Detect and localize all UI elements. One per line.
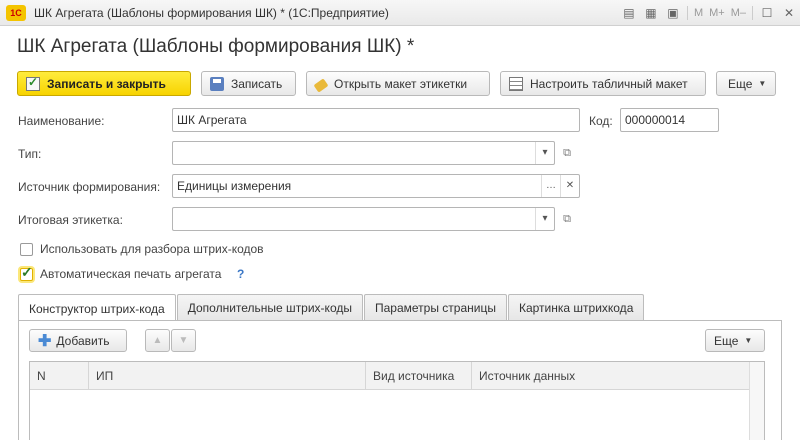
save-close-icon [26,75,40,91]
final-label-dropdown-icon[interactable]: ▾ [535,208,554,230]
column-header-source-type[interactable]: Вид источника [365,362,471,390]
configure-table-layout-label: Настроить табличный макет [530,76,688,91]
code-field[interactable]: 000000014 [620,108,719,132]
window-title: ШК Агрегата (Шаблоны формирования ШК) * … [34,5,389,20]
open-label-layout-button[interactable]: Открыть макет этикетки [306,71,490,96]
print-icon[interactable]: ▤ [618,0,640,26]
chevron-down-icon: ▼ [758,79,767,88]
tab-barcode-constructor[interactable]: Конструктор штрих-кода [18,294,176,322]
final-label-open-icon[interactable]: ⧉ [558,210,576,228]
titlebar-controls: ▤ ▦ ▣ M M+ M– ☐ ✕ [618,0,800,26]
final-label-label: Итоговая этикетка: [18,213,123,227]
more-button[interactable]: Еще ▼ [716,71,776,96]
move-up-button[interactable]: ▲ [145,329,170,352]
open-label-layout-label: Открыть макет этикетки [334,76,468,91]
add-label: Добавить [56,333,110,348]
final-label-field[interactable]: ▾ [172,207,555,231]
save-button[interactable]: Записать [201,71,296,96]
panel-more-button[interactable]: Еще ▼ [705,329,765,352]
save-and-close-button[interactable]: Записать и закрыть [17,71,191,96]
move-down-button[interactable]: ▼ [171,329,196,352]
source-field[interactable]: Единицы измерения … ✕ [172,174,580,198]
chevron-down-icon: ▼ [744,336,753,345]
source-label: Источник формирования: [18,180,161,194]
auto-print-checkbox[interactable] [20,264,33,281]
panel-more-label: Еще [714,333,739,348]
source-value: Единицы измерения [177,179,292,193]
memory-minus-button[interactable]: M– [728,7,749,19]
tag-icon [313,77,329,93]
name-label: Наименование: [18,114,105,128]
code-label: Код: [589,114,613,128]
name-field[interactable]: ШК Агрегата [172,108,580,132]
auto-print-label: Автоматическая печать агрегата [40,267,222,281]
tab-bar: Конструктор штрих-кода Дополнительные шт… [18,294,645,322]
more-label: Еще [728,76,753,91]
column-header-ip[interactable]: ИП [88,362,365,390]
memory-button[interactable]: M [691,7,706,19]
save-and-close-label: Записать и закрыть [47,76,166,91]
memory-plus-button[interactable]: M+ [706,7,728,19]
source-clear-icon[interactable]: ✕ [560,175,579,197]
calendar-icon[interactable]: ▣ [662,0,684,26]
app-logo-icon: 1С [6,4,26,21]
barcode-table[interactable]: N ИП Вид источника Источник данных [29,361,765,440]
divider [752,6,753,20]
tab-barcode-image[interactable]: Картинка штрихкода [507,294,645,321]
arrow-up-icon: ▲ [152,335,163,346]
column-header-data-source[interactable]: Источник данных [471,362,749,390]
use-parse-label: Использовать для разбора штрих-кодов [40,242,264,256]
source-select-icon[interactable]: … [541,175,560,197]
table-icon [509,76,523,91]
window-titlebar: 1С ШК Агрегата (Шаблоны формирования ШК)… [0,0,800,26]
calculator-icon[interactable]: ▦ [640,0,662,26]
plus-icon: ✚ [38,332,52,350]
arrow-down-icon: ▼ [178,335,189,346]
save-icon [210,76,224,91]
maximize-icon[interactable]: ☐ [756,0,778,26]
page-title: ШК Агрегата (Шаблоны формирования ШК) * [17,36,415,57]
close-icon[interactable]: ✕ [778,0,800,26]
table-header: N ИП Вид источника Источник данных [30,362,764,390]
help-icon[interactable]: ? [237,267,244,281]
type-open-icon[interactable]: ⧉ [558,144,576,162]
add-button[interactable]: ✚ Добавить [29,329,127,352]
tab-page-parameters[interactable]: Параметры страницы [363,294,507,321]
use-parse-checkbox[interactable] [20,243,33,256]
save-label: Записать [231,76,283,91]
type-label: Тип: [18,147,42,161]
divider [686,6,688,20]
column-header-n[interactable]: N [30,362,88,390]
tab-additional-barcodes[interactable]: Дополнительные штрих-коды [176,294,363,321]
type-field[interactable]: ▾ [172,141,555,165]
type-dropdown-icon[interactable]: ▾ [535,142,554,164]
configure-table-layout-button[interactable]: Настроить табличный макет [500,71,706,96]
vertical-scrollbar[interactable] [749,362,764,440]
